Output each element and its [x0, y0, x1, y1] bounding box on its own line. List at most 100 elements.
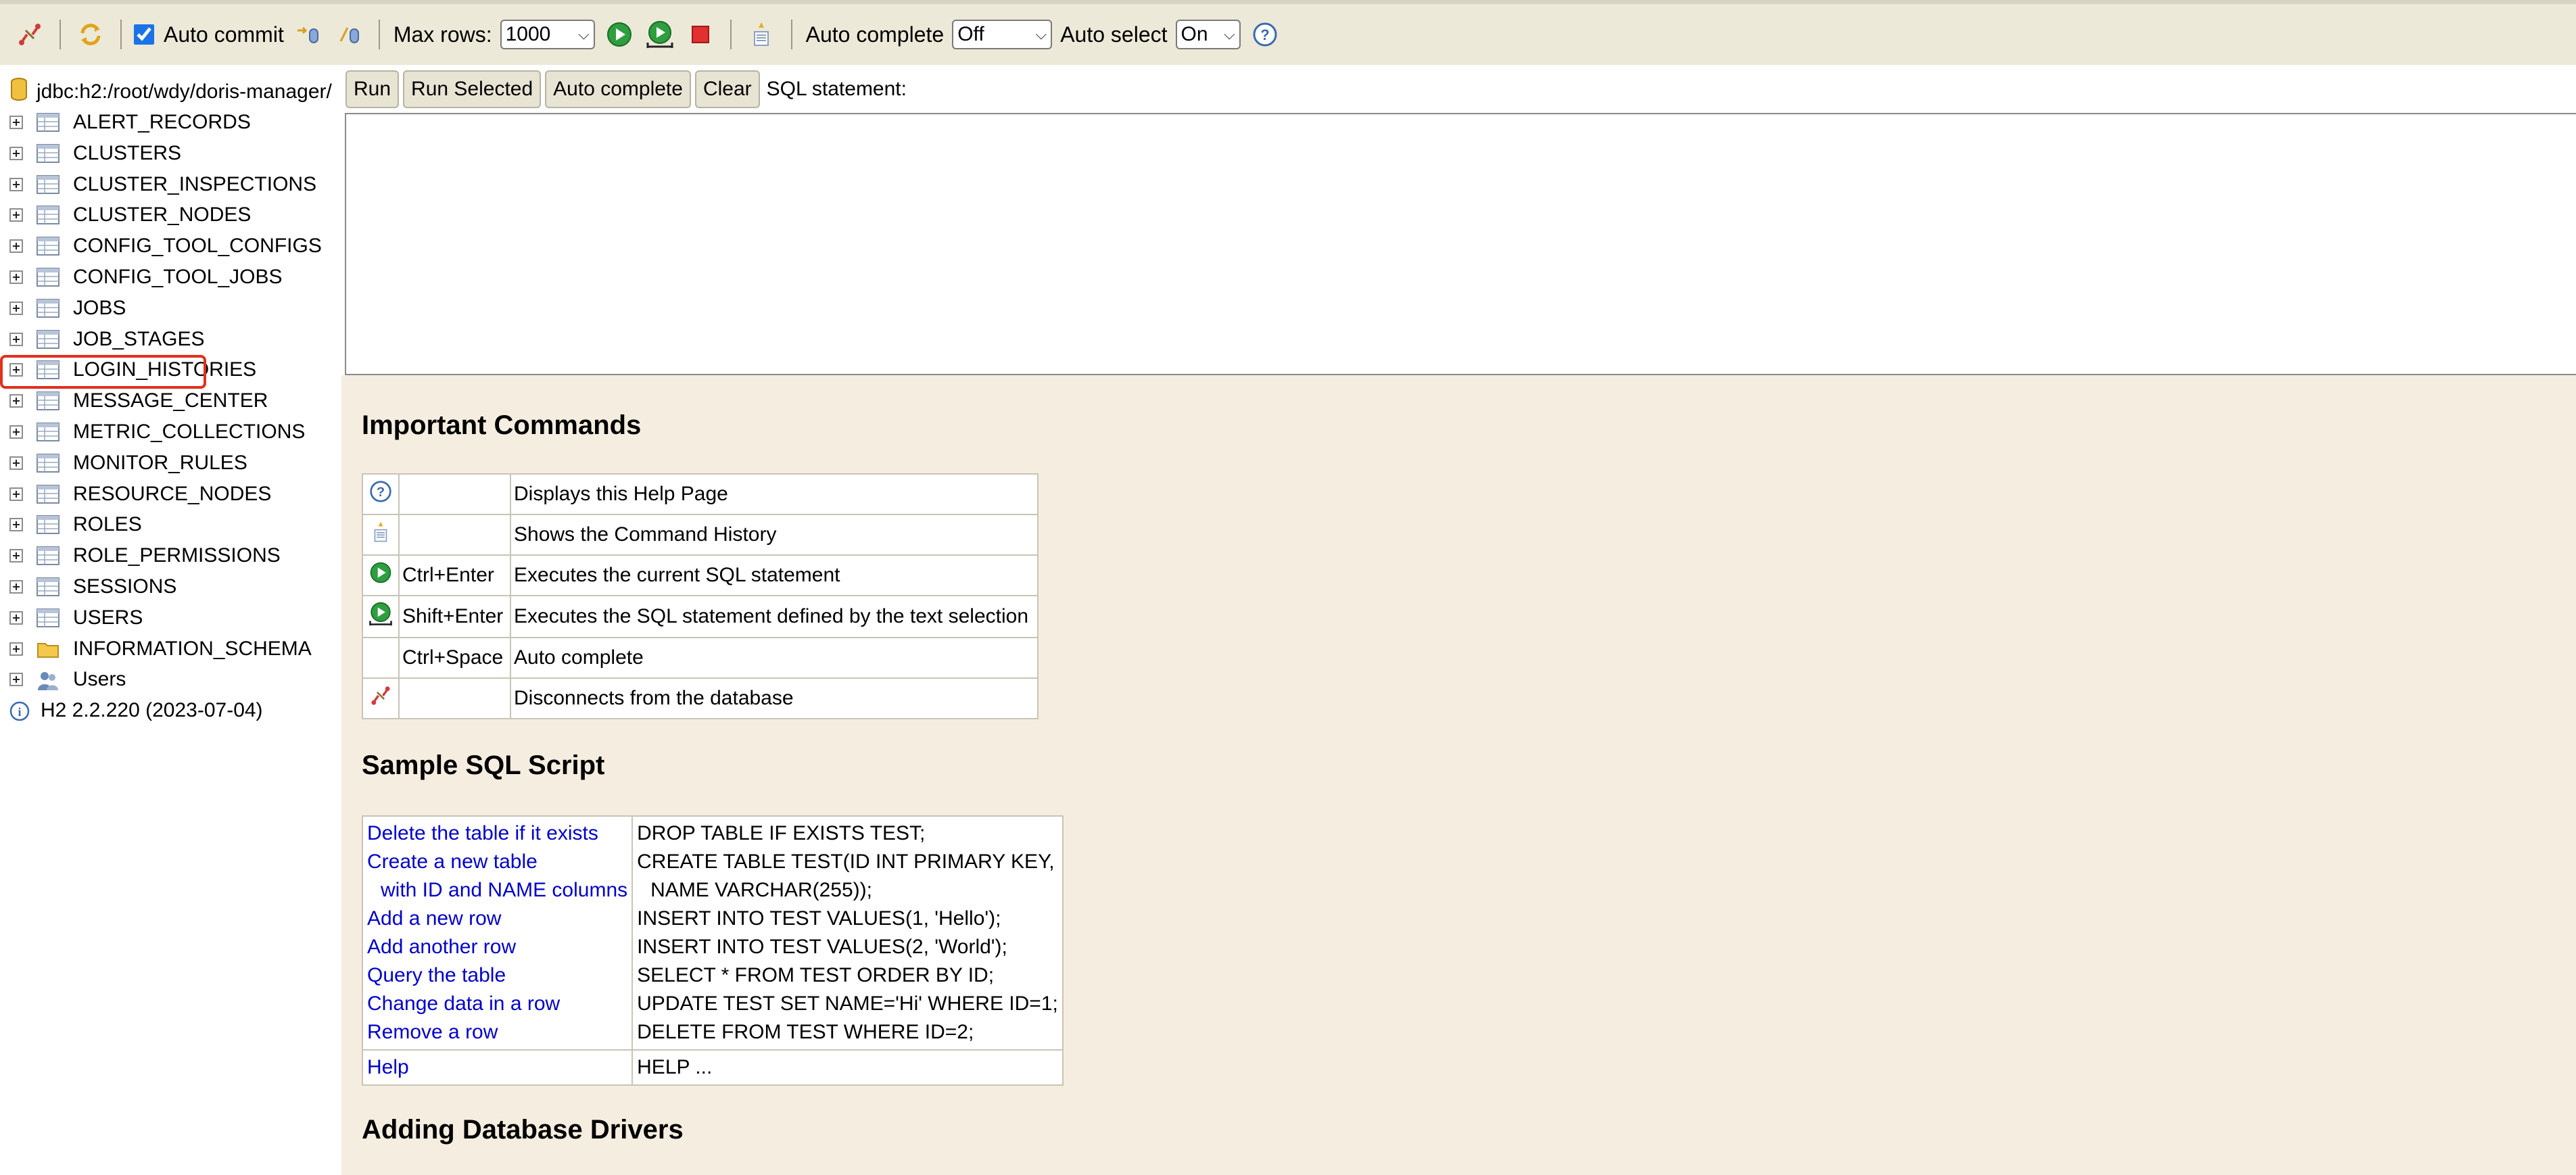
tree-item-information-schema[interactable]: INFORMATION_SCHEMA [9, 635, 312, 663]
expand-icon[interactable] [9, 487, 23, 501]
tree-item-label: RESOURCE_NODES [73, 482, 272, 505]
tree-item-label: MONITOR_RULES [73, 451, 247, 474]
stop-icon[interactable] [684, 18, 717, 51]
auto-commit-label: Auto commit [164, 22, 284, 47]
tree-item-config-tool-jobs[interactable]: CONFIG_TOOL_JOBS [9, 263, 283, 291]
sample-sql-link[interactable]: Add another row [367, 933, 627, 961]
users-icon [37, 670, 59, 691]
query-bar: Run Run Selected Auto complete Clear SQL… [341, 65, 2576, 114]
commit-icon[interactable] [292, 18, 325, 51]
expand-icon[interactable] [9, 146, 23, 160]
sample-sql-link[interactable]: Delete the table if it exists [367, 819, 627, 848]
expand-icon[interactable] [9, 116, 23, 129]
tree-item-label: JOBS [73, 296, 126, 319]
auto-commit-checkbox[interactable] [134, 24, 154, 45]
sample-sql-link[interactable]: Remove a row [367, 1018, 627, 1047]
tree-item-metric-collections[interactable]: METRIC_COLLECTIONS [9, 418, 305, 446]
expand-icon[interactable] [9, 208, 23, 222]
tree-item-label: H2 2.2.220 (2023-07-04) [41, 699, 263, 722]
tree-item-monitor-rules[interactable]: MONITOR_RULES [9, 449, 247, 477]
commands-table: ? Displays this Help Page Shows the Comman… [362, 473, 1039, 719]
tree-item-resource-nodes[interactable]: RESOURCE_NODES [9, 480, 271, 508]
run-selected-button[interactable]: Run Selected [403, 70, 542, 108]
help-link[interactable]: Help [367, 1053, 627, 1082]
run-selected-icon[interactable] [644, 18, 676, 51]
tree-item-cluster-nodes[interactable]: CLUSTER_NODES [9, 201, 251, 229]
max-rows-select[interactable]: 1000 ⌵ [500, 20, 595, 49]
tree-item-label: CONFIG_TOOL_JOBS [73, 266, 283, 288]
auto-complete-select[interactable]: Off ⌵ [952, 20, 1053, 49]
max-rows-label: Max rows: [393, 22, 492, 47]
sample-sql-line: CREATE TABLE TEST(ID INT PRIMARY KEY, [637, 850, 1055, 873]
run-button[interactable]: Run [345, 70, 400, 108]
tree-item-message-center[interactable]: MESSAGE_CENTER [9, 387, 268, 415]
expand-icon[interactable] [9, 425, 23, 439]
run-icon[interactable] [603, 18, 636, 51]
history-icon[interactable] [745, 18, 778, 51]
tree-item-label: SESSIONS [73, 575, 177, 598]
sample-sql-cell: DROP TABLE IF EXISTS TEST; CREATE TABLE T… [631, 815, 1064, 1051]
tree-item-label: ROLES [73, 513, 142, 536]
expand-icon[interactable] [9, 332, 23, 346]
max-rows-value: 1000 [505, 23, 551, 45]
chevron-down-icon: ⌵ [1223, 26, 1235, 43]
auto-complete-button[interactable]: Auto complete [545, 70, 691, 108]
sample-sql-link[interactable]: Create a new table [367, 848, 627, 876]
expand-icon[interactable] [9, 394, 23, 408]
expand-icon[interactable] [9, 580, 23, 594]
table-icon [37, 237, 59, 256]
disconnect-icon[interactable] [14, 18, 46, 51]
sample-links-cell: Delete the table if it exists Create a ne… [361, 815, 634, 1051]
sql-editor[interactable] [345, 113, 2576, 375]
tree-item-label: MESSAGE_CENTER [73, 389, 268, 412]
sample-sql-line: DELETE FROM TEST WHERE ID=2; [637, 1021, 974, 1043]
expand-icon[interactable] [9, 270, 23, 284]
auto-complete-label: Auto complete [805, 22, 945, 47]
tree-item-role-permissions[interactable]: ROLE_PERMISSIONS [9, 542, 281, 570]
tree-item-job-stages[interactable]: JOB_STAGES [9, 325, 205, 354]
tree-item-cluster-inspections[interactable]: CLUSTER_INSPECTIONS [9, 170, 316, 199]
expand-icon[interactable] [9, 673, 23, 687]
auto-select-select[interactable]: On ⌵ [1175, 20, 1241, 49]
rollback-icon[interactable] [333, 18, 365, 51]
sample-sql-link[interactable]: Query the table [367, 961, 627, 990]
help-panel: Important Commands ? Displays this Help P… [341, 375, 2576, 1175]
expand-icon[interactable] [9, 642, 23, 656]
clear-button[interactable]: Clear [694, 70, 760, 108]
tree-item-sessions[interactable]: SESSIONS [9, 573, 176, 601]
tree-item-users[interactable]: USERS [9, 604, 143, 632]
refresh-icon[interactable] [74, 18, 107, 51]
connection-row[interactable]: jdbc:h2:/root/wdy/doris-manager/ [9, 77, 332, 107]
expand-icon[interactable] [9, 177, 23, 191]
database-icon [9, 77, 28, 107]
expand-icon[interactable] [9, 518, 23, 532]
connection-url: jdbc:h2:/root/wdy/doris-manager/ [37, 80, 332, 103]
command-row: Shift+Enter Executes the SQL statement de… [362, 595, 1039, 638]
help-icon[interactable]: ? [1249, 18, 1281, 51]
tree-item-jobs[interactable]: JOBS [9, 294, 126, 322]
expand-icon[interactable] [9, 610, 23, 625]
disconnect-icon [369, 686, 392, 712]
tree-item-clusters[interactable]: CLUSTERS [9, 139, 181, 168]
sample-sql-line: NAME VARCHAR(255)); [650, 879, 872, 901]
tree-item-alert-records[interactable]: ALERT_RECORDS [9, 108, 251, 137]
sample-sql-link[interactable]: Add a new row [367, 905, 627, 933]
database-tree: jdbc:h2:/root/wdy/doris-manager/ ALERT_R… [0, 65, 341, 1175]
info-icon: i [9, 701, 32, 721]
expand-icon[interactable] [9, 456, 23, 470]
tree-item-config-tool-configs[interactable]: CONFIG_TOOL_CONFIGS [9, 232, 322, 260]
expand-icon[interactable] [9, 301, 23, 315]
tree-item-label: METRIC_COLLECTIONS [73, 421, 306, 443]
command-row: Disconnects from the database [362, 677, 1039, 719]
expand-icon[interactable] [9, 239, 23, 254]
expand-icon[interactable] [9, 549, 23, 563]
command-row: ? Displays this Help Page [362, 473, 1039, 515]
chevron-down-icon: ⌵ [1035, 26, 1047, 43]
tree-item-users[interactable]: Users [9, 665, 126, 694]
tree-item-label: CLUSTERS [73, 141, 182, 164]
highlight-annotation [0, 355, 206, 389]
sample-sql-link[interactable]: Change data in a row [367, 990, 627, 1018]
sample-sql-link[interactable]: with ID and NAME columns [367, 876, 627, 905]
tree-item-roles[interactable]: ROLES [9, 510, 142, 539]
help-icon: ? [369, 481, 392, 508]
